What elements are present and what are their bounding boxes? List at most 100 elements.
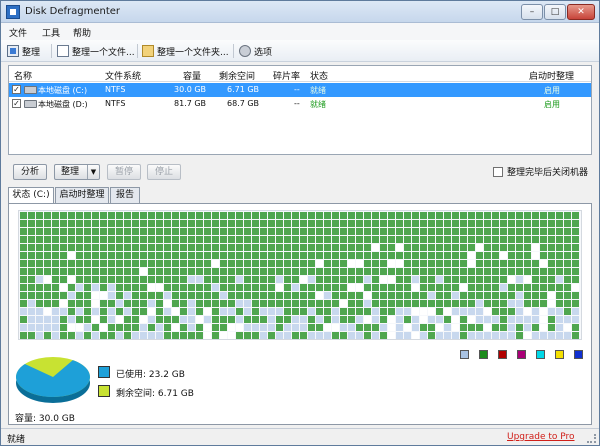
cluster-block — [276, 260, 283, 267]
cluster-block — [284, 220, 291, 227]
cluster-block — [356, 324, 363, 331]
cluster-block — [244, 212, 251, 219]
cluster-block — [92, 220, 99, 227]
cluster-block — [332, 252, 339, 259]
menu-tools[interactable]: 工具 — [42, 26, 60, 39]
column-fragmentation[interactable]: 碎片率 — [273, 69, 300, 82]
cluster-block — [228, 220, 235, 227]
cluster-block — [340, 276, 347, 283]
toolbar-defrag-button[interactable]: 整理 — [7, 43, 40, 59]
toolbar: 整理 整理一个文件... 整理一个文件夹... 选项 — [1, 40, 599, 62]
cluster-block — [148, 228, 155, 235]
cluster-block — [228, 324, 235, 331]
stop-button[interactable]: 停止 — [147, 164, 181, 180]
cluster-block — [332, 244, 339, 251]
pause-button[interactable]: 暂停 — [107, 164, 141, 180]
cluster-block — [148, 284, 155, 291]
cluster-block — [428, 316, 435, 323]
cluster-block — [20, 268, 27, 275]
upgrade-link[interactable]: Upgrade to Pro — [507, 432, 575, 442]
cluster-block — [196, 236, 203, 243]
column-filesystem[interactable]: 文件系统 — [105, 69, 141, 82]
cluster-block — [276, 284, 283, 291]
toolbar-options-button[interactable]: 选项 — [239, 43, 272, 59]
cluster-block — [452, 316, 459, 323]
cluster-block — [524, 332, 531, 339]
analyze-button[interactable]: 分析 — [13, 164, 47, 180]
resize-grip-icon[interactable] — [587, 434, 596, 443]
cluster-block — [364, 236, 371, 243]
toolbar-defrag-file-button[interactable]: 整理一个文件... — [57, 43, 135, 59]
cluster-block — [284, 292, 291, 299]
minimize-button[interactable]: – — [521, 4, 543, 20]
column-free-space[interactable]: 剩余空间 — [219, 69, 255, 82]
cluster-block — [524, 316, 531, 323]
cluster-block — [300, 276, 307, 283]
column-status[interactable]: 状态 — [310, 69, 328, 82]
cluster-block — [284, 276, 291, 283]
table-row[interactable]: ✓ 本地磁盘 (C:) NTFS 30.0 GB 6.71 GB -- 就绪 启… — [9, 83, 591, 97]
cluster-block — [156, 276, 163, 283]
cluster-block — [196, 212, 203, 219]
cluster-block — [100, 292, 107, 299]
cluster-block — [508, 244, 515, 251]
cluster-block — [236, 244, 243, 251]
cluster-block — [292, 324, 299, 331]
cluster-block — [100, 332, 107, 339]
cluster-block — [548, 308, 555, 315]
tab-report[interactable]: 报告 — [110, 187, 140, 204]
toolbar-defrag-folder-button[interactable]: 整理一个文件夹... — [142, 43, 229, 59]
cluster-block — [500, 316, 507, 323]
cluster-block — [220, 236, 227, 243]
cluster-block — [188, 268, 195, 275]
menu-file[interactable]: 文件 — [9, 26, 27, 39]
cluster-block — [100, 276, 107, 283]
row-checkbox[interactable]: ✓ — [12, 85, 21, 94]
cluster-block — [68, 324, 75, 331]
cluster-block — [228, 300, 235, 307]
column-capacity[interactable]: 容量 — [183, 69, 201, 82]
cluster-block — [124, 284, 131, 291]
cluster-block — [60, 244, 67, 251]
cluster-block — [332, 212, 339, 219]
cluster-block — [148, 212, 155, 219]
table-row[interactable]: ✓ 本地磁盘 (D:) NTFS 81.7 GB 68.7 GB -- 就绪 启… — [9, 97, 591, 111]
cluster-block — [396, 260, 403, 267]
tab-boot-defrag[interactable]: 启动时整理 — [55, 187, 109, 204]
shutdown-after-label: 整理完毕后关闭机器 — [507, 168, 589, 178]
cluster-block — [532, 260, 539, 267]
cluster-block — [284, 300, 291, 307]
column-name[interactable]: 名称 — [14, 69, 32, 82]
cluster-block — [492, 324, 499, 331]
cluster-block — [300, 252, 307, 259]
cluster-block — [76, 332, 83, 339]
cluster-block — [476, 316, 483, 323]
cluster-block — [180, 276, 187, 283]
cluster-block — [540, 292, 547, 299]
chevron-down-icon[interactable]: ▼ — [87, 165, 99, 179]
cluster-block — [532, 276, 539, 283]
shutdown-after-checkbox[interactable]: 整理完毕后关闭机器 — [493, 165, 588, 178]
drive-status: 就绪 — [310, 86, 326, 95]
cluster-block — [276, 228, 283, 235]
maximize-button[interactable]: □ — [544, 4, 566, 20]
cluster-block — [212, 220, 219, 227]
cluster-block — [572, 212, 579, 219]
cluster-block — [500, 276, 507, 283]
checkbox-box[interactable] — [493, 166, 503, 177]
close-button[interactable]: ✕ — [567, 4, 595, 20]
defrag-button[interactable]: 整理 ▼ — [54, 164, 100, 180]
cluster-block — [324, 324, 331, 331]
cluster-block — [244, 268, 251, 275]
cluster-block — [148, 268, 155, 275]
cluster-block — [468, 236, 475, 243]
cluster-block — [460, 268, 467, 275]
menu-help[interactable]: 帮助 — [73, 26, 91, 39]
column-boot-defrag[interactable]: 启动时整理 — [529, 69, 574, 82]
cluster-block — [308, 292, 315, 299]
cluster-block — [508, 308, 515, 315]
row-checkbox[interactable]: ✓ — [12, 99, 21, 108]
cluster-block — [124, 316, 131, 323]
cluster-block — [116, 212, 123, 219]
cluster-block — [540, 212, 547, 219]
